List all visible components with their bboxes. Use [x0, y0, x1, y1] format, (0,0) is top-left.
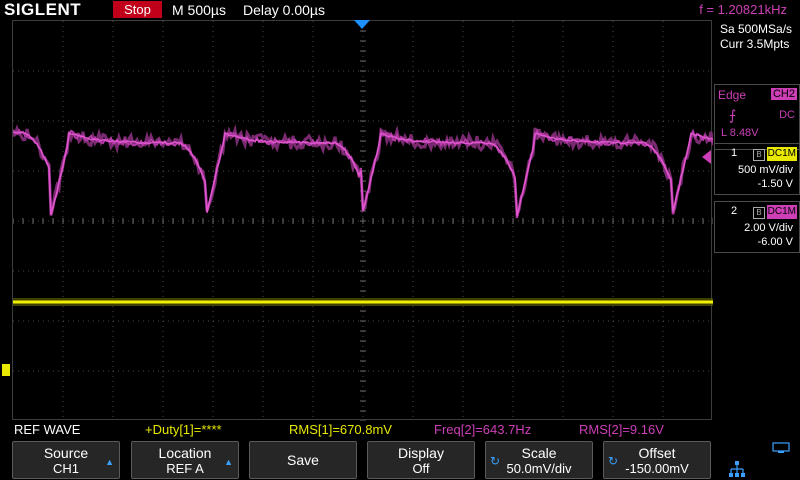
- ch1-offset-marker[interactable]: [2, 364, 10, 376]
- memory-depth: Curr 3.5Mpts: [720, 37, 792, 52]
- brand-logo: SIGLENT: [4, 0, 81, 20]
- softkey-bar: Source CH1 ▲ Location REF A ▲ Save Displ…: [0, 440, 800, 480]
- top-status-bar: SIGLENT Stop M 500µs Delay 0.00µs f = 1.…: [0, 0, 800, 20]
- location-softkey[interactable]: Location REF A ▲: [131, 441, 239, 479]
- softkey-label: Save: [250, 442, 356, 478]
- ch1-info-box[interactable]: 1 B DC1M 500 mV/div -1.50 V: [714, 143, 800, 195]
- ch2-scale: 2.00 V/div: [744, 222, 793, 234]
- network-icon: [728, 460, 746, 478]
- knob-icon: ↻: [608, 454, 618, 468]
- timebase-readout: M 500µs: [172, 0, 226, 20]
- bandwidth-limit-icon: B: [753, 149, 765, 161]
- offset-softkey[interactable]: ↻ Offset -150.00mV: [603, 441, 711, 479]
- delay-readout: Delay 0.00µs: [243, 0, 325, 20]
- graticule: [13, 21, 713, 421]
- softkey-value: CH1: [13, 461, 119, 477]
- ch1-offset: -1.50 V: [758, 178, 793, 190]
- ch2-offset: -6.00 V: [758, 236, 793, 248]
- measurement-freq2: Freq[2]=643.7Hz: [434, 422, 531, 438]
- trigger-type: Edge: [718, 88, 746, 102]
- softkey-label: Location: [132, 445, 238, 461]
- softkey-value: Off: [368, 461, 474, 477]
- usb-icon: [772, 442, 790, 454]
- ch1-coupling: DC1M: [767, 147, 797, 161]
- trigger-source: CH2: [771, 88, 797, 100]
- softkey-value: -150.00mV: [604, 461, 710, 477]
- ch1-scale: 500 mV/div: [738, 164, 793, 176]
- ch2-coupling: DC1M: [767, 205, 797, 219]
- softkey-value: REF A: [132, 461, 238, 477]
- source-softkey[interactable]: Source CH1 ▲: [12, 441, 120, 479]
- trigger-level-marker[interactable]: [702, 150, 711, 164]
- ch1-number: 1: [731, 147, 737, 159]
- menu-title: REF WAVE: [14, 422, 80, 438]
- trigger-level: L 8.48V: [721, 127, 759, 139]
- right-info-panel: Sa 500MSa/s Curr 3.5Mpts Edge CH2 ⨍ DC L…: [714, 20, 800, 420]
- softkey-label: Source: [13, 445, 119, 461]
- sample-rate: Sa 500MSa/s: [720, 22, 792, 37]
- softkey-value: 50.0mV/div: [486, 461, 592, 477]
- softkey-label: Offset: [604, 445, 710, 461]
- up-arrow-icon: ▲: [224, 457, 233, 467]
- frequency-counter: f = 1.20821kHz: [699, 0, 787, 20]
- measurement-rms1: RMS[1]=670.8mV: [289, 422, 392, 438]
- run-stop-status[interactable]: Stop: [113, 1, 162, 18]
- bandwidth-limit-icon: B: [753, 207, 765, 219]
- waveform-display[interactable]: [12, 20, 712, 420]
- softkey-label: Scale: [486, 445, 592, 461]
- acquisition-info: Sa 500MSa/s Curr 3.5Mpts: [720, 22, 792, 52]
- scale-softkey[interactable]: ↻ Scale 50.0mV/div: [485, 441, 593, 479]
- display-softkey[interactable]: Display Off: [367, 441, 475, 479]
- up-arrow-icon: ▲: [105, 457, 114, 467]
- trigger-info-box[interactable]: Edge CH2 ⨍ DC L 8.48V: [714, 84, 800, 150]
- measurement-duty: +Duty[1]=****: [145, 422, 222, 438]
- softkey-label: Display: [368, 445, 474, 461]
- ch1-waveform: [13, 298, 713, 306]
- save-softkey[interactable]: Save: [249, 441, 357, 479]
- measurement-rms2: RMS[2]=9.16V: [579, 422, 664, 438]
- ch2-info-box[interactable]: 2 B DC1M 2.00 V/div -6.00 V: [714, 201, 800, 253]
- ch2-number: 2: [731, 205, 737, 217]
- status-icons: [724, 440, 796, 480]
- trigger-coupling: DC: [779, 109, 795, 121]
- rising-edge-icon: ⨍: [729, 107, 736, 124]
- knob-icon: ↻: [490, 454, 500, 468]
- trigger-position-marker[interactable]: [354, 20, 370, 29]
